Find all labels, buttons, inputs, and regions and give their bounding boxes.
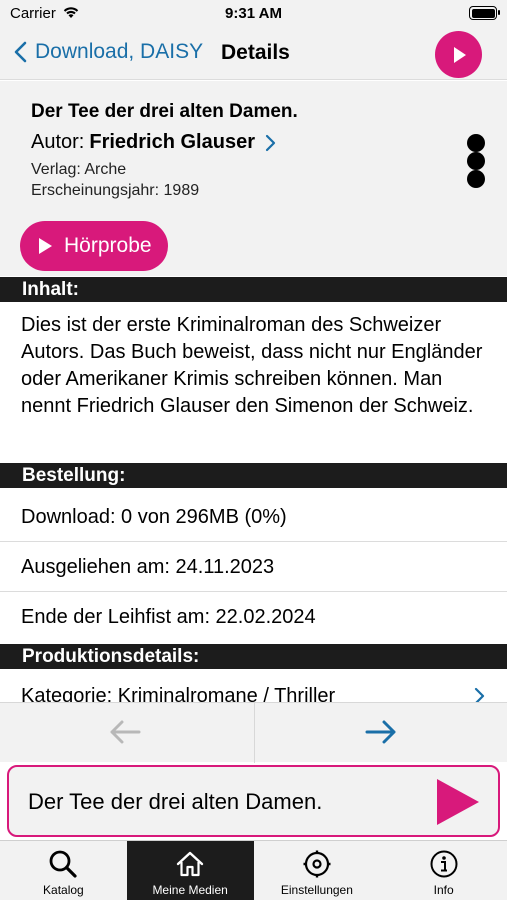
- tab-katalog[interactable]: Katalog: [0, 841, 127, 900]
- content-section-header: Inhalt:: [0, 277, 507, 302]
- status-time: 9:31 AM: [225, 5, 282, 22]
- borrowed-date: Ausgeliehen am: 24.11.2023: [0, 542, 507, 592]
- download-status: Download: 0 von 296MB (0%): [0, 492, 507, 542]
- arrow-right-icon[interactable]: [364, 719, 398, 745]
- tab-label: Katalog: [43, 883, 84, 897]
- tab-info[interactable]: Info: [380, 841, 507, 900]
- navigation-bar: Download, DAISY Details: [0, 28, 507, 80]
- back-button[interactable]: Download, DAISY: [14, 40, 203, 64]
- player-title: Der Tee der drei alten Damen.: [28, 789, 323, 814]
- tab-label: Einstellungen: [280, 883, 353, 897]
- publication-year: Erscheinungsjahr: 1989: [31, 182, 200, 199]
- production-section-header: Produktionsdetails:: [0, 644, 507, 669]
- more-options-button[interactable]: [465, 134, 487, 188]
- chevron-left-icon: [14, 41, 27, 63]
- play-button[interactable]: [435, 31, 482, 78]
- order-section-header: Bestellung:: [0, 463, 507, 488]
- more-dots-icon: [467, 134, 485, 152]
- audio-sample-label: Hörprobe: [64, 234, 152, 257]
- pager-divider: [254, 703, 255, 763]
- tab-meine-medien[interactable]: Meine Medien: [126, 841, 254, 900]
- author-name: Friedrich Glauser: [89, 131, 255, 153]
- book-title: Der Tee der drei alten Damen.: [31, 101, 298, 122]
- publisher: Verlag: Arche: [31, 161, 127, 178]
- loan-end-date: Ende der Leihfist am: 22.02.2024: [21, 606, 316, 628]
- pager: [0, 702, 507, 763]
- info-icon: [430, 850, 458, 878]
- category-row[interactable]: Kategorie: Kriminalromane / Thriller: [0, 669, 507, 702]
- author-label: Autor:: [31, 131, 85, 153]
- author-link[interactable]: Autor: Friedrich Glauser: [31, 131, 276, 154]
- mini-player[interactable]: Der Tee der drei alten Damen.: [7, 765, 500, 837]
- tab-einstellungen[interactable]: Einstellungen: [254, 841, 381, 900]
- play-icon[interactable]: [434, 777, 482, 827]
- tab-bar: Katalog Meine Medien Einstellungen Info: [0, 840, 507, 900]
- book-header: Der Tee der drei alten Damen. Autor: Fri…: [0, 81, 507, 276]
- category-label: Kategorie: Kriminalromane / Thriller: [21, 685, 336, 702]
- tab-label: Meine Medien: [152, 883, 228, 897]
- arrow-left-icon[interactable]: [108, 719, 142, 745]
- home-icon: [176, 851, 204, 877]
- content-description: Dies ist der erste Kriminalroman des Sch…: [21, 314, 483, 417]
- status-bar: Carrier 9:31 AM: [0, 0, 507, 28]
- chevron-right-icon: [265, 134, 276, 151]
- search-icon: [49, 850, 77, 878]
- battery-icon: [469, 6, 500, 20]
- chevron-right-icon: [474, 687, 485, 702]
- page-title: Details: [221, 41, 290, 64]
- audio-sample-button[interactable]: Hörprobe: [20, 221, 168, 271]
- tab-label: Info: [433, 883, 454, 897]
- back-button-label: Download, DAISY: [35, 40, 204, 63]
- play-icon: [39, 238, 52, 254]
- play-icon: [453, 46, 466, 63]
- gear-icon: [303, 850, 331, 878]
